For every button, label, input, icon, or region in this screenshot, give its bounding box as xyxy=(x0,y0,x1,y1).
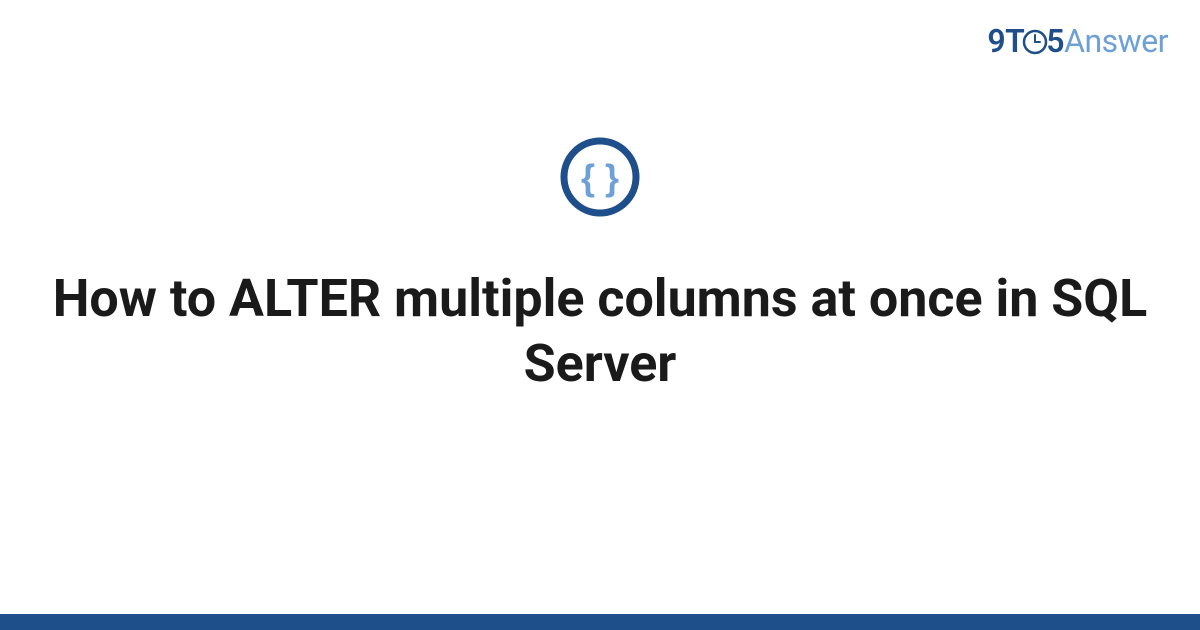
svg-text:{ }: { } xyxy=(581,157,619,198)
page-title: How to ALTER multiple columns at once in… xyxy=(0,266,1200,396)
clock-icon xyxy=(1022,29,1048,55)
logo-text-5: 5 xyxy=(1046,22,1064,60)
footer-accent-bar xyxy=(0,614,1200,630)
logo-text-9t: 9T xyxy=(987,22,1024,60)
code-braces-icon: { } xyxy=(559,136,641,222)
logo-text-answer: Answer xyxy=(1064,22,1168,60)
site-logo: 9T 5Answer xyxy=(987,22,1168,60)
